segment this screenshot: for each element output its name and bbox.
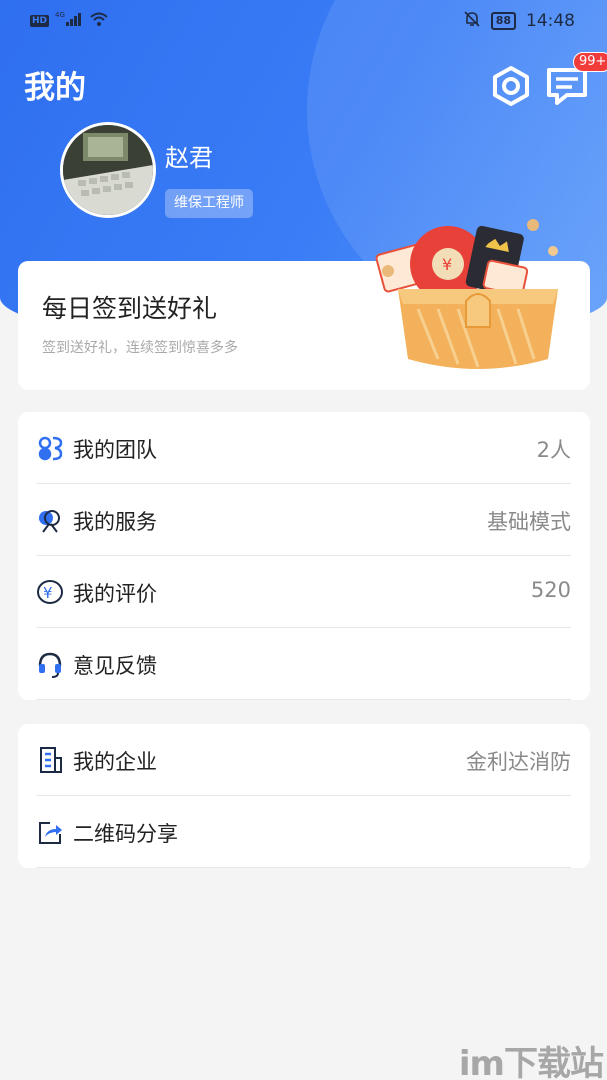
avatar[interactable] bbox=[60, 122, 156, 218]
hd-icon: HD bbox=[30, 15, 50, 27]
mute-bell-icon bbox=[463, 10, 481, 32]
list-item-value: 金利达消防 bbox=[466, 750, 571, 774]
list-item-label: 我的服务 bbox=[73, 510, 157, 534]
share-icon bbox=[36, 818, 64, 846]
svg-text:¥: ¥ bbox=[442, 255, 452, 274]
checkin-subtitle: 签到送好礼，连续签到惊喜多多 bbox=[42, 340, 238, 356]
checkin-title: 每日签到送好礼 bbox=[42, 294, 218, 323]
list-item-value: 2人 bbox=[536, 438, 571, 462]
service-icon bbox=[36, 506, 64, 534]
wifi-icon bbox=[89, 11, 109, 31]
role-tag: 维保工程师 bbox=[165, 189, 253, 218]
rating-icon: ¥ bbox=[36, 578, 64, 606]
list-item-value: 520 bbox=[530, 578, 571, 602]
svg-text:4G: 4G bbox=[55, 11, 65, 19]
user-name: 赵君 bbox=[165, 144, 213, 172]
notification-badge: 99+ bbox=[573, 52, 607, 72]
list-item-team[interactable]: 我的团队 2人 bbox=[36, 412, 571, 484]
list-item-company[interactable]: 我的企业 金利达消防 bbox=[36, 724, 571, 796]
list-item-label: 意见反馈 bbox=[73, 654, 157, 678]
svg-text:¥: ¥ bbox=[43, 584, 53, 602]
list-item-service[interactable]: 我的服务 基础模式 bbox=[36, 484, 571, 556]
list-item-label: 我的评价 bbox=[73, 582, 157, 606]
hexagon-settings-icon bbox=[493, 66, 529, 106]
watermark: im下载站 bbox=[458, 1044, 604, 1080]
status-bar: HD 4G 88 14:48 bbox=[0, 0, 607, 42]
headset-icon bbox=[36, 650, 64, 678]
battery-indicator: 88 bbox=[490, 12, 516, 30]
list-item-feedback[interactable]: 意见反馈 bbox=[36, 628, 571, 700]
list-item-label: 我的企业 bbox=[73, 750, 157, 774]
settings-button[interactable] bbox=[490, 65, 532, 107]
daily-checkin-card[interactable]: 每日签到送好礼 签到送好礼，连续签到惊喜多多 ¥ bbox=[18, 219, 590, 390]
list-item-value: 基础模式 bbox=[487, 510, 571, 534]
list-item-label: 二维码分享 bbox=[73, 822, 178, 846]
menu-group-company: 我的企业 金利达消防 二维码分享 bbox=[18, 724, 590, 868]
list-item-qr-share[interactable]: 二维码分享 bbox=[36, 796, 571, 868]
list-item-rating[interactable]: ¥ 我的评价 520 bbox=[36, 556, 571, 628]
list-item-label: 我的团队 bbox=[73, 438, 157, 462]
page-title: 我的 bbox=[24, 70, 86, 106]
signal-icon: 4G bbox=[55, 11, 83, 31]
building-icon bbox=[36, 746, 64, 774]
clock: 14:48 bbox=[526, 11, 575, 31]
team-icon bbox=[36, 434, 64, 462]
gift-basket-icon: ¥ bbox=[358, 209, 578, 379]
menu-group-account: 我的团队 2人 我的服务 基础模式 ¥ 我的评价 520 意见反馈 bbox=[18, 412, 590, 700]
